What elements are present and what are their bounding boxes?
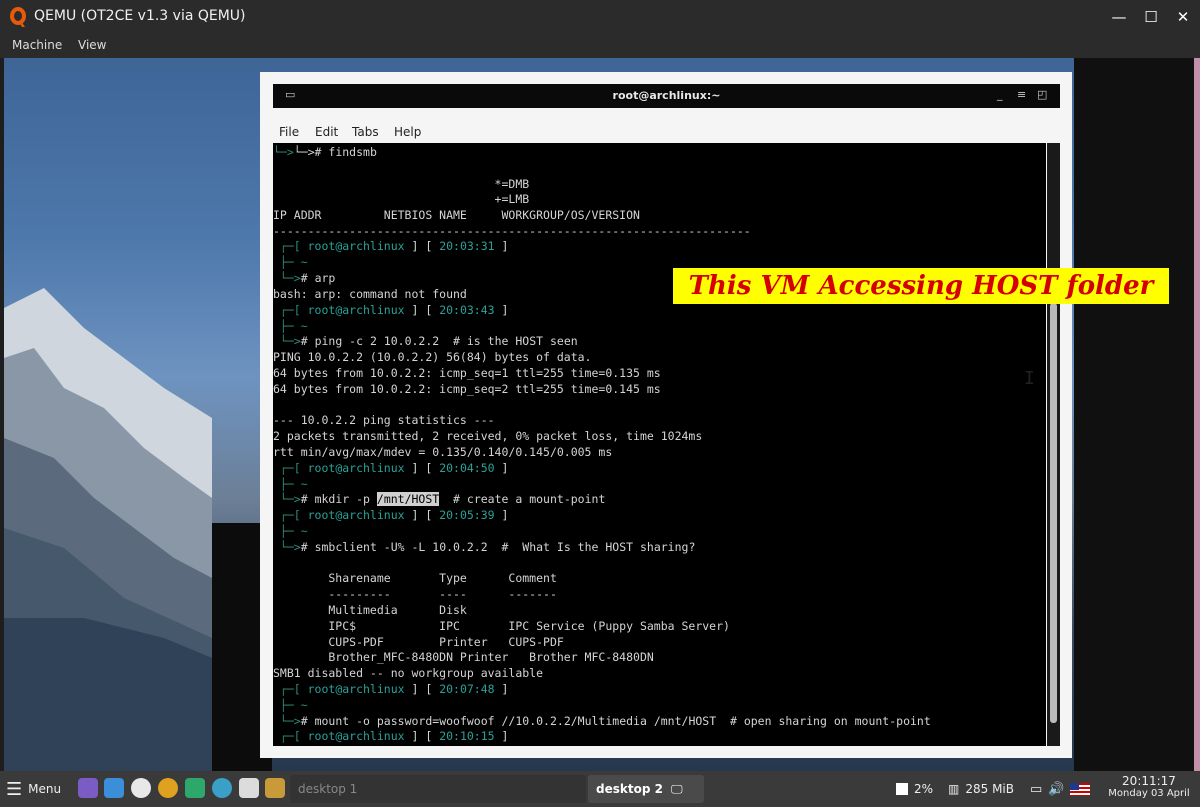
command-line: └─># smbclient -U% -L 10.0.2.2 # What Is… [273, 540, 696, 554]
file-manager-icon[interactable] [104, 778, 124, 798]
qemu-logo-icon [10, 7, 26, 27]
prompt-line: ┌─[ root@archlinux ] [ 20:10:15 ] [273, 729, 509, 743]
prompt-dir: ├─ ~ [273, 698, 308, 712]
terminal-line: 64 bytes from 10.0.2.2: icmp_seq=2 ttl=2… [273, 382, 661, 396]
prompt-line: ┌─[ root@archlinux ] [ 20:03:31 ] [273, 239, 509, 253]
terminal-line: SMB1 disabled -- no workgroup available [273, 666, 544, 680]
desktop-1-button[interactable]: desktop 1 [290, 775, 586, 803]
settings-gear-icon[interactable] [212, 778, 232, 798]
terminal-menu-icon[interactable]: ≡ [1017, 88, 1026, 101]
cpu-monitor[interactable]: 2% [896, 771, 933, 807]
qemu-titlebar: QEMU (OT2CE v1.3 via QEMU) — ☐ ✕ [0, 0, 1200, 34]
command-line: └─># ping -c 2 10.0.2.2 # is the HOST se… [273, 334, 578, 348]
terminal-line: CUPS-PDF Printer CUPS-PDF [273, 635, 564, 649]
maximize-button[interactable]: ☐ [1138, 6, 1164, 28]
prompt-line: ┌─[ root@archlinux ] [ 20:03:43 ] [273, 303, 509, 317]
terminal-line: Sharename Type Comment [273, 571, 557, 585]
terminal-scrollbar[interactable] [1047, 143, 1060, 746]
desktop-dark-area [1074, 58, 1200, 771]
prompt-line: ┌─[ root@archlinux ] [ 20:05:39 ] [273, 508, 509, 522]
memory-usage: 285 MiB [965, 782, 1014, 796]
terminal-line: rtt min/avg/max/mdev = 0.135/0.140/0.145… [273, 445, 613, 459]
terminal-line: bash: arp: command not found [273, 287, 467, 301]
tray-icons: ▭ 🔊 [1030, 771, 1091, 807]
clock[interactable]: 20:11:17 Monday 03 April [1104, 774, 1194, 799]
terminal-line: *=DMB [273, 177, 530, 191]
close-button[interactable]: ✕ [1170, 6, 1196, 28]
cherry-app-icon[interactable] [131, 778, 151, 798]
prompt-dir: ├─ ~ [273, 319, 308, 333]
terminal-menu-edit[interactable]: Edit [315, 125, 338, 139]
terminal-titlebar: ▭ root@archlinux:~ _ ≡ ◰ [273, 84, 1060, 108]
terminal-line: --------- ---- ------- [273, 587, 557, 601]
terminal-menu-tabs[interactable]: Tabs [352, 125, 379, 139]
cpu-percent: 2% [914, 782, 934, 796]
terminal-menu-help[interactable]: Help [394, 125, 421, 139]
terminal-line: +=LMB [273, 192, 530, 206]
start-menu-button[interactable]: ☰ Menu [6, 771, 61, 807]
terminal-line: 64 bytes from 10.0.2.2: icmp_seq=1 ttl=2… [273, 366, 661, 380]
terminal-line: --- 10.0.2.2 ping statistics --- [273, 413, 495, 427]
terminal-title: root@archlinux:~ [612, 89, 721, 102]
terminal-line: ----------------------------------------… [273, 224, 751, 238]
us-flag-icon[interactable] [1070, 782, 1091, 796]
terminal-line: 2 packets transmitted, 2 received, 0% pa… [273, 429, 703, 443]
terminal-menubar: File Edit Tabs Help [273, 122, 1060, 142]
terminal-maximize-icon[interactable]: ◰ [1037, 88, 1047, 101]
camera-app-icon[interactable] [185, 778, 205, 798]
volume-icon[interactable]: 🔊 [1048, 782, 1064, 797]
minimize-button[interactable]: — [1106, 6, 1132, 28]
terminal-line: IPC$ IPC IPC Service (Puppy Samba Server… [273, 619, 730, 633]
selected-text: /mnt/HOST [376, 492, 440, 506]
terminal-minimize-icon[interactable]: _ [997, 88, 1003, 101]
memory-icon: ▥ [948, 782, 960, 796]
scrollbar-thumb[interactable] [1050, 303, 1057, 723]
taskbar: ☰ Menu desktop 1 desktop 2 🖵 2% ▥ 285 Mi… [0, 771, 1200, 807]
clock-time: 20:11:17 [1122, 774, 1176, 788]
menu-view[interactable]: View [78, 38, 106, 52]
cpu-icon [896, 783, 908, 795]
prompt-dir: ├─ ~ [273, 524, 308, 538]
terminal-line: Multimedia Disk [273, 603, 467, 617]
command-line: └─># mount -o password=woofwoof //10.0.2… [273, 714, 931, 728]
media-app-icon[interactable] [158, 778, 178, 798]
text-cursor-icon: I [1024, 368, 1035, 389]
menu-label: Menu [28, 782, 62, 796]
network-icon[interactable]: ▭ [1030, 782, 1042, 797]
annotation-banner: This VM Accessing HOST folder [673, 268, 1169, 304]
prompt-line: ┌─[ root@archlinux ] [ 20:07:48 ] [273, 682, 509, 696]
hamburger-icon: ☰ [6, 778, 23, 800]
terminal-line: Brother_MFC-8480DN Printer Brother MFC-8… [273, 650, 654, 664]
screenshot-app-icon[interactable] [239, 778, 259, 798]
desktop-2-label: desktop 2 [596, 782, 663, 796]
prompt-line: ┌─[ root@archlinux ] [ 20:04:50 ] [273, 461, 509, 475]
memory-monitor[interactable]: ▥ 285 MiB [948, 771, 1014, 807]
terminal-line: PING 10.0.2.2 (10.0.2.2) 56(84) bytes of… [273, 350, 592, 364]
desktop-1-label: desktop 1 [298, 782, 358, 796]
command-line: └─># mkdir -p /mnt/HOST # create a mount… [273, 492, 606, 506]
terminal-line: IP ADDR NETBIOS NAME WORKGROUP/OS/VERSIO… [273, 208, 640, 222]
desktop-2-button[interactable]: desktop 2 🖵 [588, 775, 704, 803]
prompt-dir: ├─ ~ [273, 477, 308, 491]
terminal-menu-file[interactable]: File [279, 125, 299, 139]
qemu-menubar: Machine View [0, 34, 1200, 58]
package-app-icon[interactable] [265, 778, 285, 798]
desktop-edge [1194, 58, 1200, 771]
terminal-launcher-icon[interactable] [78, 778, 98, 798]
clock-date: Monday 03 April [1108, 788, 1190, 799]
terminal-output[interactable]: └─>└─># findsmb *=DMB +=LMB IP ADDR NETB… [273, 143, 1046, 746]
window-title: QEMU (OT2CE v1.3 via QEMU) [34, 8, 246, 24]
terminal-line: └─>└─># findsmb [273, 145, 377, 159]
prompt-dir: ├─ ~ [273, 255, 308, 269]
monitor-icon: 🖵 [670, 781, 683, 796]
menu-machine[interactable]: Machine [12, 38, 62, 52]
command-line: └─># arp [273, 271, 336, 285]
